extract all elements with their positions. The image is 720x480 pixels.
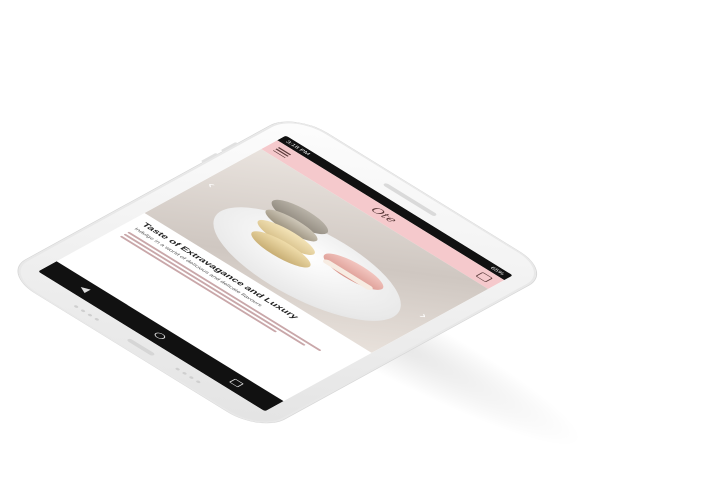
carousel-prev-icon[interactable]: ‹ <box>203 181 219 190</box>
home-icon[interactable] <box>152 331 168 341</box>
back-icon[interactable] <box>77 285 92 294</box>
carousel-next-icon[interactable]: › <box>415 312 431 321</box>
menu-icon[interactable] <box>272 147 292 158</box>
cart-icon[interactable] <box>475 271 494 283</box>
recents-icon[interactable] <box>228 378 244 388</box>
